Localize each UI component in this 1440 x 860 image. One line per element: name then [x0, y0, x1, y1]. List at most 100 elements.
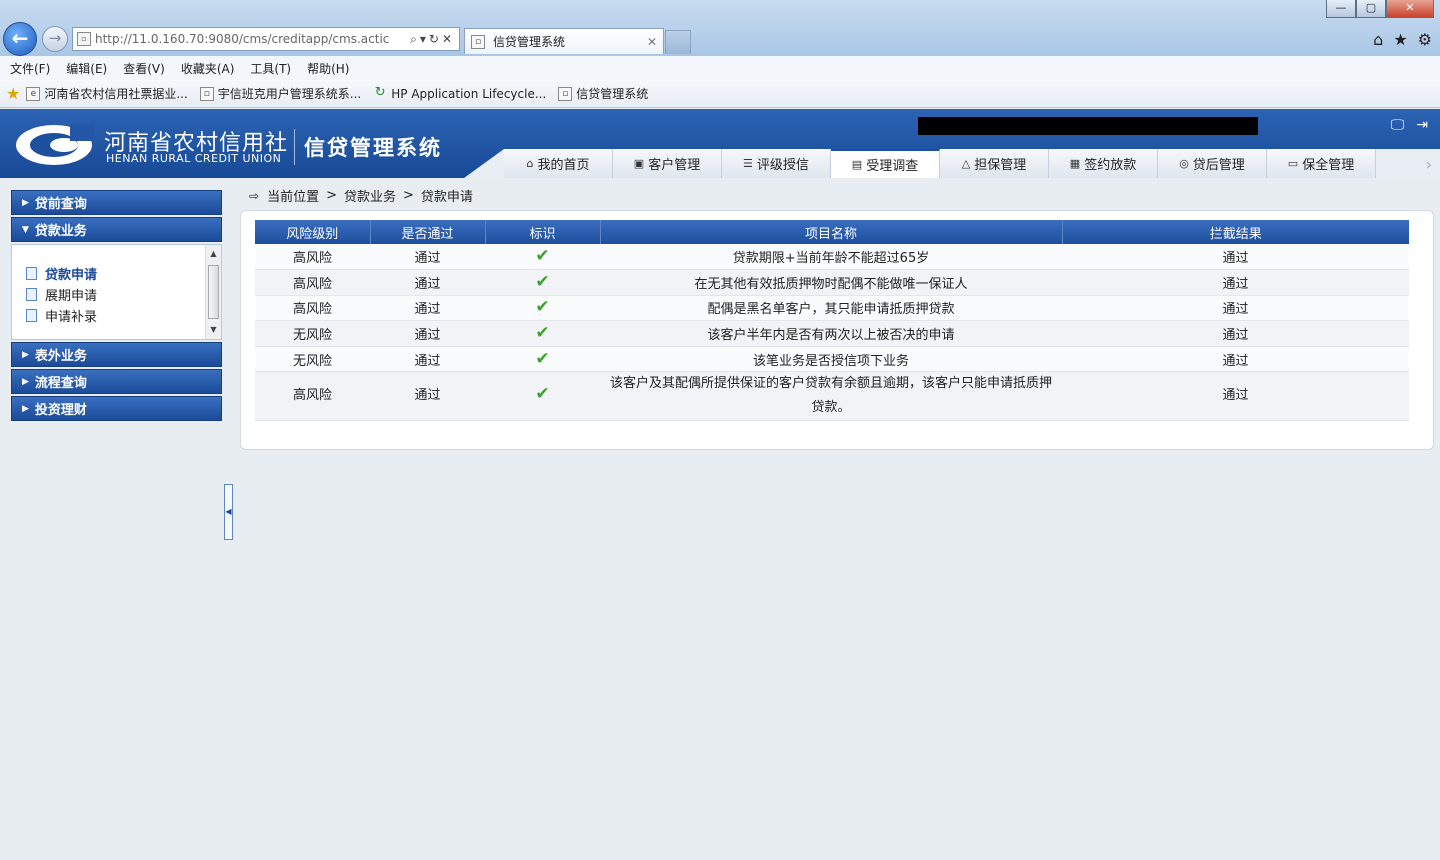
project-name-cell: 配偶是黑名单客户，其只能申请抵质押贷款 — [600, 295, 1062, 322]
back-arrow-icon[interactable]: ← — [3, 22, 37, 56]
project-name-cell: 该客户半年内是否有两次以上被否决的申请 — [600, 320, 1062, 347]
table-row: 高风险 通过 ✔ 在无其他有效抵质押物时配偶不能做唯一保证人 通过 — [255, 269, 1409, 296]
new-tab-button[interactable] — [665, 30, 691, 54]
browser-tools: ⌂ ★ ⚙ — [1373, 30, 1432, 49]
column-header: 风险级别 — [255, 220, 371, 244]
menu-edit[interactable]: 编辑(E) — [66, 60, 107, 77]
window-controls: — ▢ ✕ — [1326, 0, 1434, 18]
caret-right-icon: ▶ — [22, 349, 29, 360]
check-icon: ✔ — [485, 269, 600, 296]
page-icon: ▫ — [558, 86, 573, 101]
check-icon: ✔ — [485, 244, 600, 271]
risk-level-cell: 高风险 — [255, 269, 370, 296]
tab-acceptance[interactable]: ▤ 受理调查 — [831, 149, 940, 178]
result-cell: 通过 — [1062, 320, 1409, 347]
close-button[interactable]: ✕ — [1386, 0, 1434, 18]
favorites-star-icon[interactable]: ★ — [1393, 30, 1407, 49]
tab-close-icon[interactable]: ✕ — [647, 35, 657, 49]
caret-right-icon: ▶ — [22, 197, 29, 208]
tab-preservation[interactable]: ▭ 保全管理 — [1267, 149, 1376, 178]
sidebar-item-extension-application[interactable]: 展期申请 — [12, 284, 221, 305]
column-header: 项目名称 — [600, 220, 1063, 244]
favorites-star-icon[interactable]: ★ — [6, 84, 20, 103]
tab-rating[interactable]: ☰ 评级授信 — [722, 149, 831, 178]
caret-right-icon: ▶ — [22, 403, 29, 414]
logo-divider — [294, 129, 295, 165]
logout-icon[interactable]: ⇥ — [1416, 117, 1428, 133]
breadcrumb-prefix: 当前位置 — [267, 190, 320, 205]
database-icon: ◎ — [1179, 157, 1189, 170]
sidebar-group-process-query[interactable]: ▶ 流程查询 — [11, 369, 222, 394]
monitor-icon[interactable]: 🖵 — [1391, 117, 1405, 133]
page-icon: ▫ — [471, 34, 485, 49]
app-header: 河南省农村信用社 HENAN RURAL CREDIT UNION 信贷管理系统… — [0, 109, 1440, 178]
address-bar[interactable]: ▫ http://11.0.160.70:9080/cms/creditapp/… — [72, 27, 460, 51]
risk-level-cell: 无风险 — [255, 320, 370, 347]
id-card-icon: ▣ — [633, 157, 645, 170]
breadcrumb-separator: > — [403, 188, 414, 203]
sidebar-group-loan-business[interactable]: ▼ 贷款业务 — [11, 217, 222, 242]
risk-level-cell: 高风险 — [255, 244, 370, 271]
menu-bar: 文件(F) 编辑(E) 查看(V) 收藏夹(A) 工具(T) 帮助(H) — [0, 56, 1440, 80]
pass-cell: 通过 — [370, 320, 485, 347]
sidebar-group-pre-loan-query[interactable]: ▶ 贷前查询 — [11, 190, 222, 215]
scroll-up-icon[interactable]: ▲ — [206, 247, 221, 261]
result-cell: 通过 — [1062, 346, 1409, 373]
sidebar-scrollbar[interactable]: ▲ ▼ — [205, 245, 221, 339]
scroll-thumb[interactable] — [208, 265, 219, 319]
favorite-link[interactable]: ▫ 信贷管理系统 — [558, 85, 648, 102]
forward-arrow-icon[interactable]: → — [42, 26, 68, 52]
browser-chrome: — ▢ ✕ ← → ▫ http://11.0.160.70:9080/cms/… — [0, 0, 1440, 56]
minimize-button[interactable]: — — [1326, 0, 1356, 18]
pass-cell: 通过 — [370, 269, 485, 296]
check-icon: ✔ — [485, 346, 600, 373]
tab-home[interactable]: ⌂ 我的首页 — [504, 149, 613, 178]
result-cell: 通过 — [1062, 371, 1409, 422]
sidebar: ▶ 贷前查询 ▼ 贷款业务 贷款申请 展期申请 申请补录 ▲ ▼ ▶ 表外业务 ▶ 流程… — [11, 190, 222, 423]
location-icon: ⇨ — [249, 188, 260, 203]
check-icon: ✔ — [485, 371, 600, 422]
header-tools: 🖵 ⇥ — [1391, 117, 1428, 133]
menu-favorites[interactable]: 收藏夹(A) — [181, 60, 235, 77]
search-refresh-stop-icons[interactable]: ⌕▾↻✕ — [410, 32, 455, 47]
sidebar-collapse-handle[interactable]: ◀ — [224, 484, 233, 540]
tab-guarantee[interactable]: △ 担保管理 — [940, 149, 1049, 178]
favorite-link[interactable]: e 河南省农村信用社票据业... — [26, 85, 188, 102]
tab-signing[interactable]: ▦ 签约放款 — [1049, 149, 1158, 178]
credit-union-logo-icon — [16, 125, 94, 165]
sidebar-submenu: 贷款申请 展期申请 申请补录 ▲ ▼ — [11, 244, 222, 340]
check-icon: ✔ — [485, 295, 600, 322]
menu-view[interactable]: 查看(V) — [123, 60, 165, 77]
sidebar-group-investment[interactable]: ▶ 投资理财 — [11, 396, 222, 421]
home-icon: ⌂ — [526, 157, 534, 170]
sidebar-item-supplement-application[interactable]: 申请补录 — [12, 305, 221, 326]
document-icon — [26, 309, 37, 322]
menu-file[interactable]: 文件(F) — [10, 60, 50, 77]
sidebar-item-loan-application[interactable]: 贷款申请 — [12, 263, 221, 284]
gear-icon[interactable]: ⚙ — [1418, 30, 1432, 49]
risk-level-cell: 高风险 — [255, 371, 370, 422]
pass-cell: 通过 — [370, 371, 485, 422]
sidebar-group-off-balance[interactable]: ▶ 表外业务 — [11, 342, 222, 367]
project-name-cell: 该客户及其配偶所提供保证的客户贷款有余额且逾期，该客户只能申请抵质押贷款。 — [600, 371, 1062, 422]
browser-tab[interactable]: ▫ 信贷管理系统 ✕ — [464, 28, 664, 54]
menu-help[interactable]: 帮助(H) — [307, 60, 349, 77]
favorites-bar: ★ e 河南省农村信用社票据业... ▫ 宇信班克用户管理系统系... ↻ HP… — [0, 80, 1440, 108]
tab-post-loan[interactable]: ◎ 贷后管理 — [1158, 149, 1267, 178]
home-icon[interactable]: ⌂ — [1373, 30, 1383, 49]
menu-tools[interactable]: 工具(T) — [250, 60, 291, 77]
table-row: 高风险 通过 ✔ 贷款期限+当前年龄不能超过65岁 通过 — [255, 244, 1409, 271]
table-row: 高风险 通过 ✔ 该客户及其配偶所提供保证的客户贷款有余额且逾期，该客户只能申请… — [255, 371, 1409, 422]
favorite-link[interactable]: ↻ HP Application Lifecycle... — [373, 86, 546, 101]
page-icon: ▫ — [199, 86, 214, 101]
chevron-right-icon[interactable]: › — [1426, 155, 1432, 174]
url-text[interactable]: http://11.0.160.70:9080/cms/creditapp/cm… — [95, 32, 410, 46]
pass-cell: 通过 — [370, 295, 485, 322]
maximize-button[interactable]: ▢ — [1356, 0, 1386, 18]
tab-customer[interactable]: ▣ 客户管理 — [613, 149, 722, 178]
form-icon: ▤ — [851, 158, 863, 171]
favorite-link[interactable]: ▫ 宇信班克用户管理系统系... — [199, 85, 361, 102]
scroll-down-icon[interactable]: ▼ — [206, 323, 221, 337]
result-cell: 通过 — [1062, 244, 1409, 271]
column-header: 是否通过 — [370, 220, 486, 244]
